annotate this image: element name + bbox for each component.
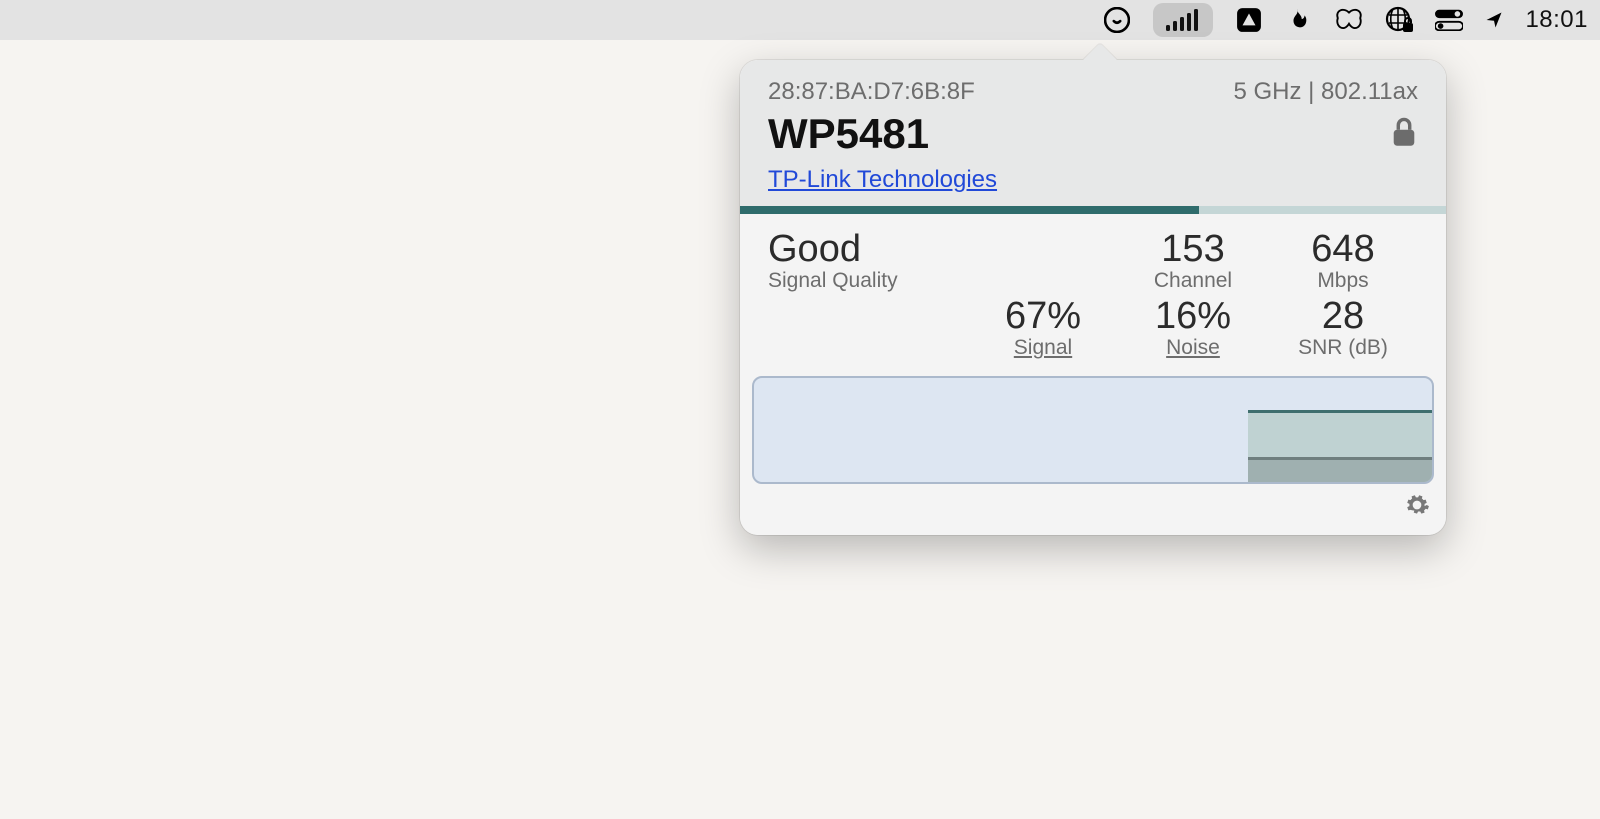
signal-chart xyxy=(752,376,1434,484)
progress-bar xyxy=(740,206,1446,214)
triangle-icon[interactable] xyxy=(1235,6,1263,34)
snr-label: SNR (dB) xyxy=(1298,336,1388,360)
wifi-popover: 28:87:BA:D7:6B:8F 5 GHz | 802.11ax WP548… xyxy=(740,60,1446,535)
menubar-clock: 18:01 xyxy=(1525,6,1588,34)
quality-label: Signal Quality xyxy=(768,269,898,293)
control-center-icon[interactable] xyxy=(1435,6,1463,34)
snr-value: 28 xyxy=(1322,295,1364,338)
stat-noise[interactable]: 16% Noise xyxy=(1118,295,1268,360)
ssid: WP5481 xyxy=(768,110,929,158)
signal-bars-icon[interactable] xyxy=(1153,3,1213,37)
stat-signal[interactable]: 67% Signal xyxy=(968,295,1118,360)
stat-quality: Good Signal Quality xyxy=(768,228,968,293)
location-arrow-icon[interactable] xyxy=(1485,6,1503,34)
quality-value: Good xyxy=(768,228,861,271)
app-icon[interactable] xyxy=(1103,6,1131,34)
vendor-link[interactable]: TP-Link Technologies xyxy=(768,166,997,193)
gear-icon[interactable] xyxy=(1404,492,1430,523)
globe-lock-icon[interactable] xyxy=(1385,6,1413,34)
lock-icon xyxy=(1390,116,1418,153)
stats-grid: Good Signal Quality 153 Channel 648 Mbps… xyxy=(740,214,1446,364)
progress-fill xyxy=(740,206,1199,214)
band-mode: 5 GHz | 802.11ax xyxy=(1233,78,1418,106)
stat-snr: 28 SNR (dB) xyxy=(1268,295,1418,360)
mbps-label: Mbps xyxy=(1317,269,1368,293)
stat-channel: 153 Channel xyxy=(1118,228,1268,293)
noise-label[interactable]: Noise xyxy=(1166,336,1220,360)
signal-label[interactable]: Signal xyxy=(1014,336,1072,360)
menubar: 18:01 xyxy=(0,0,1600,40)
flame-icon[interactable] xyxy=(1285,6,1313,34)
butterfly-icon[interactable] xyxy=(1335,6,1363,34)
channel-value: 153 xyxy=(1161,228,1224,271)
popover-header: 28:87:BA:D7:6B:8F 5 GHz | 802.11ax WP548… xyxy=(740,60,1446,206)
noise-value: 16% xyxy=(1155,295,1231,338)
mbps-value: 648 xyxy=(1311,228,1374,271)
stat-mbps: 648 Mbps xyxy=(1268,228,1418,293)
chart-series-noise xyxy=(1248,457,1432,482)
mac-address: 28:87:BA:D7:6B:8F xyxy=(768,78,975,106)
signal-value: 67% xyxy=(1005,295,1081,338)
channel-label: Channel xyxy=(1154,269,1232,293)
